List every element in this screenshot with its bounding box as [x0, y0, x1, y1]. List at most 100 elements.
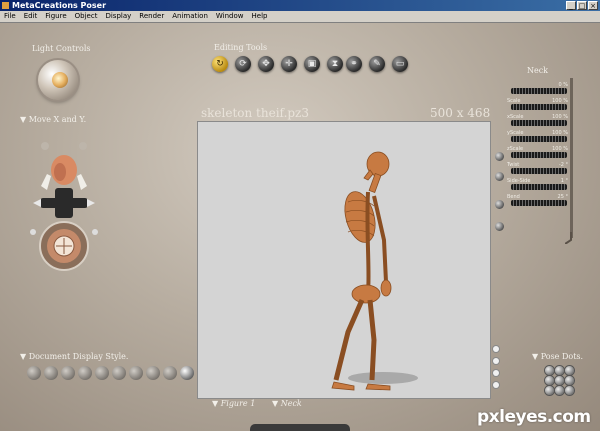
param-row-bend[interactable]: Bend 25 ° — [505, 194, 570, 208]
poser-app-window: MetaCreations Poser _ □ × File Edit Figu… — [0, 0, 600, 431]
right-hand-camera-icon — [77, 174, 87, 190]
scale-icon[interactable]: ▣ — [304, 56, 320, 72]
pose-dot-icon[interactable] — [555, 386, 564, 395]
param-row-zscale[interactable]: zScale 100 % — [505, 146, 570, 160]
pose-dot-icon[interactable] — [565, 386, 574, 395]
texture-shaded-style-icon[interactable] — [180, 366, 194, 380]
param-dial[interactable] — [511, 120, 567, 126]
poser-app-icon — [2, 2, 9, 9]
pose-dot-icon[interactable] — [555, 376, 564, 385]
document-title: skeleton theif.pz3 — [201, 106, 310, 120]
skeleton-figure[interactable] — [198, 122, 490, 398]
flat-lined-style-icon[interactable] — [129, 366, 143, 380]
grouping-icon[interactable]: ▭ — [392, 56, 408, 72]
outline-style-icon[interactable] — [44, 366, 58, 380]
title-bar: MetaCreations Poser _ □ × — [0, 0, 600, 11]
maximize-button[interactable]: □ — [577, 1, 587, 10]
silhouette-style-icon[interactable] — [27, 366, 41, 380]
chain-break-icon[interactable]: ⚭ — [346, 56, 362, 72]
param-dial[interactable] — [511, 152, 567, 158]
light-controls-label: Light Controls — [32, 44, 91, 53]
pose-dot-icon[interactable] — [545, 366, 554, 375]
menu-figure[interactable]: Figure — [41, 11, 70, 22]
param-row-0[interactable]: 0 % — [505, 82, 570, 96]
canvas-dot-icon[interactable] — [493, 346, 499, 352]
param-dial[interactable] — [511, 200, 567, 206]
color-icon[interactable]: ✎ — [369, 56, 385, 72]
translate-in-out-icon[interactable]: ✛ — [281, 56, 297, 72]
smooth-shaded-style-icon[interactable] — [163, 366, 177, 380]
cartoon-style-icon[interactable] — [146, 366, 160, 380]
parameter-option-icon[interactable] — [495, 152, 504, 161]
translate-icon[interactable]: ✥ — [258, 56, 274, 72]
param-dial[interactable] — [511, 88, 567, 94]
param-row-scale[interactable]: Scale 100 % — [505, 98, 570, 112]
document-canvas[interactable] — [198, 122, 490, 398]
wireframe-style-icon[interactable] — [61, 366, 75, 380]
menu-display[interactable]: Display — [101, 11, 135, 22]
pose-dots-label: ▼ Pose Dots. — [532, 352, 584, 361]
parameters-panel: Neck 0 % Scale 100 % xScale 100 % yScale… — [505, 66, 570, 216]
triangle-down-icon[interactable]: ▼ — [532, 352, 541, 361]
param-row-xscale[interactable]: xScale 100 % — [505, 114, 570, 128]
menu-window[interactable]: Window — [212, 11, 248, 22]
display-style-options — [27, 366, 202, 382]
display-style-label: ▼ Document Display Style. — [20, 352, 129, 361]
minimize-button[interactable]: _ — [566, 1, 576, 10]
menu-bar: File Edit Figure Object Display Render A… — [0, 11, 600, 23]
triangle-down-icon: ▼ — [212, 399, 221, 408]
rotate-icon[interactable]: ↻ — [212, 56, 228, 72]
figure-selector[interactable]: ▼ Figure 1 — [212, 399, 255, 408]
flat-shaded-style-icon[interactable] — [112, 366, 126, 380]
canvas-dot-icon[interactable] — [493, 358, 499, 364]
param-row-yscale[interactable]: yScale 100 % — [505, 130, 570, 144]
canvas-dot-icon[interactable] — [493, 370, 499, 376]
hidden-line-style-icon[interactable] — [78, 366, 92, 380]
document-size: 500 x 468 — [430, 106, 491, 120]
parameter-option-icon[interactable] — [495, 200, 504, 209]
light-controls-sphere[interactable] — [38, 60, 78, 100]
param-dial[interactable] — [511, 104, 567, 110]
pose-dot-icon[interactable] — [565, 366, 574, 375]
param-row-twist[interactable]: Twist -2 ° — [505, 162, 570, 176]
param-dial[interactable] — [511, 136, 567, 142]
part-selector[interactable]: ▼ Neck — [272, 399, 302, 408]
menu-render[interactable]: Render — [135, 11, 168, 22]
camera-controls-widget[interactable] — [15, 128, 115, 273]
editing-tools-label: Editing Tools — [214, 43, 268, 52]
light-bulb-icon[interactable] — [52, 72, 68, 88]
parameter-option-icon[interactable] — [495, 222, 504, 231]
param-row-side-side[interactable]: Side-Side 1 ° — [505, 178, 570, 192]
parameters-title: Neck — [526, 66, 549, 75]
window-controls: _ □ × — [566, 1, 598, 10]
taper-icon[interactable]: ⧗ — [327, 56, 343, 72]
bottom-tab-handle[interactable] — [250, 424, 350, 431]
pose-dot-icon[interactable] — [565, 376, 574, 385]
menu-object[interactable]: Object — [71, 11, 102, 22]
pose-dot-icon[interactable] — [545, 386, 554, 395]
watermark-text: pxleyes.com — [477, 407, 591, 427]
hand-right-icon — [79, 142, 87, 150]
canvas-dot-icon[interactable] — [493, 382, 499, 388]
close-button[interactable]: × — [588, 1, 598, 10]
menu-help[interactable]: Help — [248, 11, 272, 22]
camera-mode-label: ▼ Move X and Y. — [20, 115, 87, 124]
window-title: MetaCreations Poser — [12, 1, 107, 10]
pose-dot-icon[interactable] — [545, 376, 554, 385]
parameters-scrollbar[interactable] — [570, 78, 573, 238]
triangle-down-icon: ▼ — [272, 399, 281, 408]
triangle-down-icon[interactable]: ▼ — [20, 115, 29, 124]
pose-dot-icon[interactable] — [555, 366, 564, 375]
param-dial[interactable] — [511, 168, 567, 174]
left-hand-camera-icon — [41, 174, 51, 190]
lit-wireframe-style-icon[interactable] — [95, 366, 109, 380]
menu-animation[interactable]: Animation — [168, 11, 212, 22]
parameter-option-icon[interactable] — [495, 172, 504, 181]
pose-dots-grid — [541, 366, 577, 396]
menu-edit[interactable]: Edit — [20, 11, 42, 22]
scrollbar-end-icon[interactable] — [565, 232, 577, 244]
twist-icon[interactable]: ⟳ — [235, 56, 251, 72]
param-dial[interactable] — [511, 184, 567, 190]
triangle-down-icon[interactable]: ▼ — [20, 352, 29, 361]
menu-file[interactable]: File — [0, 11, 20, 22]
